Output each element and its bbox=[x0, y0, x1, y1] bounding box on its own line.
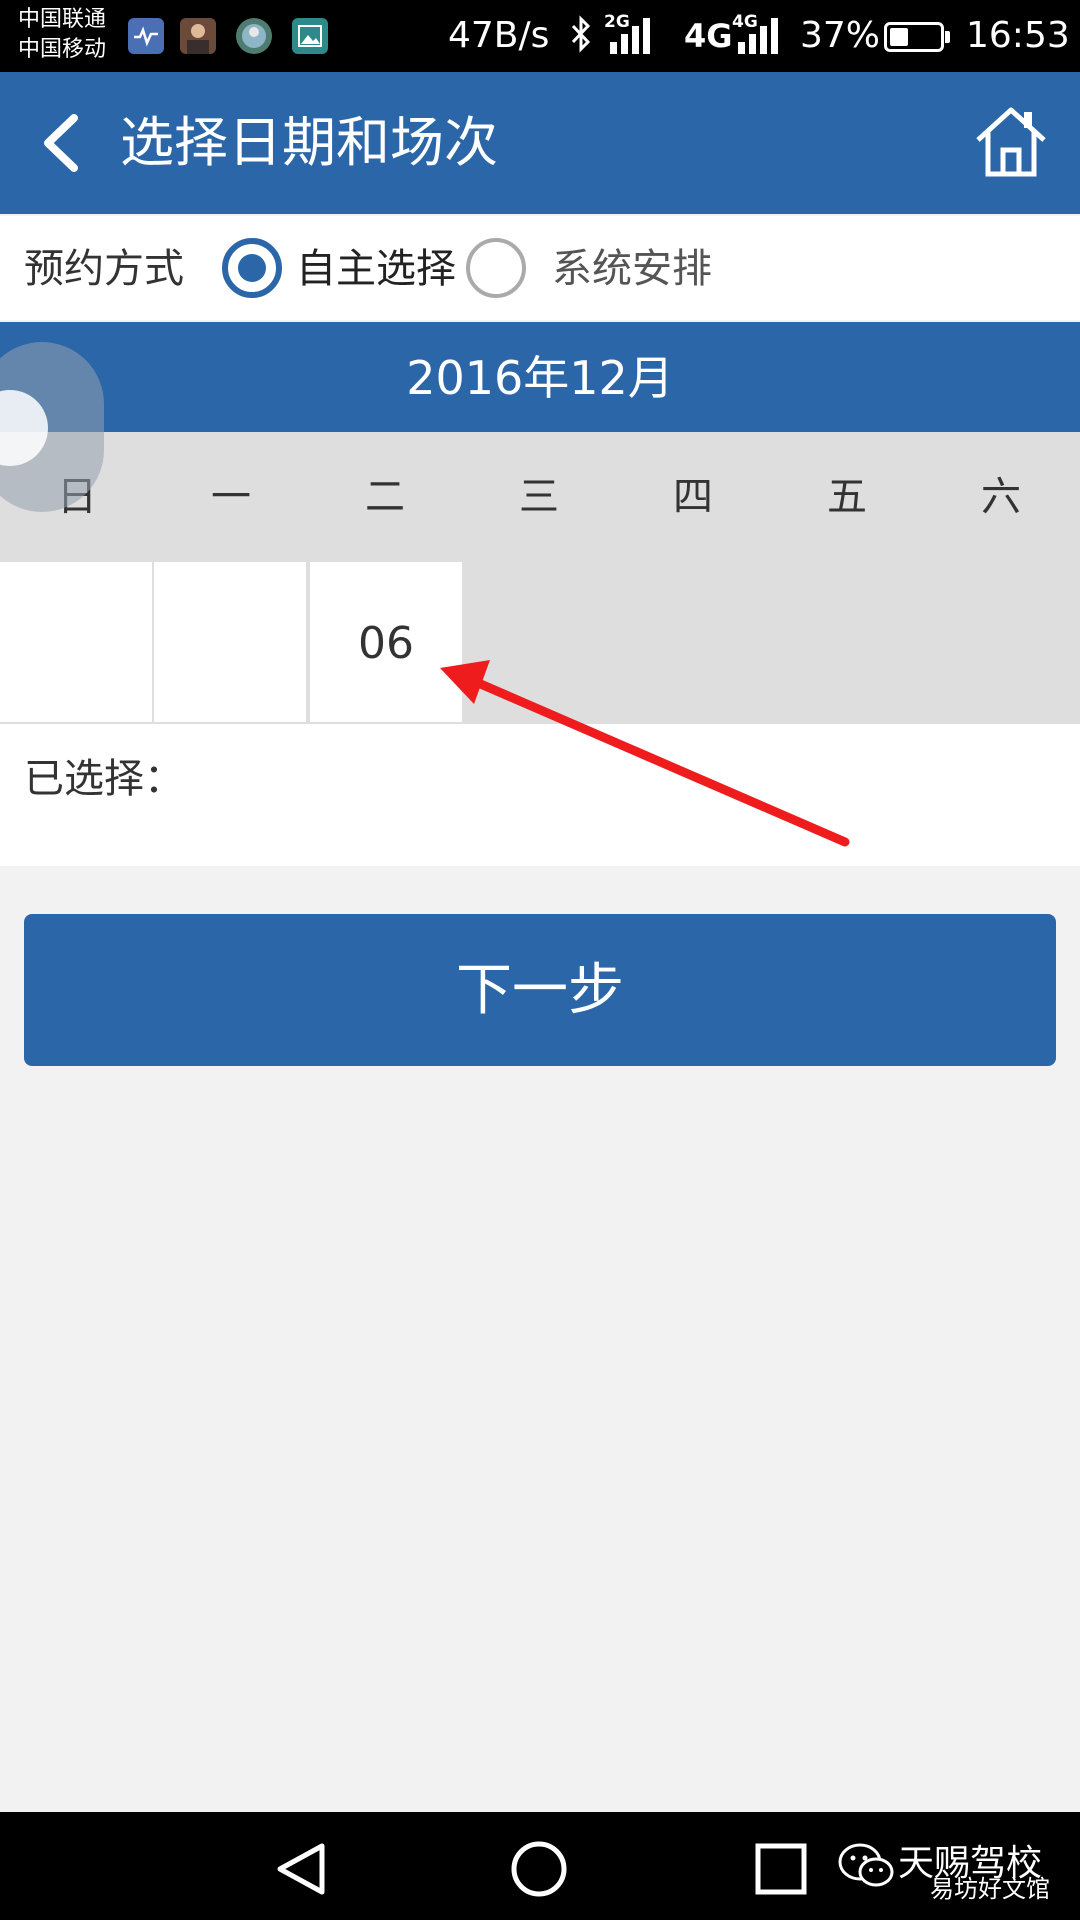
calendar-month-title: 2016年12月 bbox=[406, 351, 674, 405]
page-title: 选择日期和场次 bbox=[120, 111, 498, 174]
selected-label: 已选择： bbox=[24, 756, 184, 802]
status-bar: 中国联通 中国移动 47B/s 2G 4G 4G 37% 16:53 bbox=[0, 0, 1080, 72]
app-header: 选择日期和场次 bbox=[0, 72, 1080, 214]
calendar-day-cell-06[interactable]: 06 bbox=[310, 562, 462, 722]
carrier-2: 中国移动 bbox=[18, 37, 107, 62]
weekday-wed: 三 bbox=[519, 474, 559, 520]
wechat-icon bbox=[836, 1840, 896, 1892]
battery-percent: 37% bbox=[800, 15, 881, 56]
option-system-arrange-label[interactable]: 系统安排 bbox=[552, 244, 712, 294]
weekday-sat: 六 bbox=[981, 474, 1021, 520]
photo-avatar-icon bbox=[180, 18, 216, 54]
watermark-subtitle: 易坊好文馆 bbox=[930, 1875, 1050, 1903]
clock: 16:53 bbox=[966, 15, 1070, 56]
signal-sim1-icon: 2G bbox=[604, 12, 652, 54]
battery-icon bbox=[884, 22, 950, 52]
floating-assistive-button[interactable] bbox=[0, 342, 104, 512]
floating-assistive-inner-icon bbox=[0, 390, 48, 466]
booking-mode-row: 预约方式 自主选择 系统安排 bbox=[0, 216, 1080, 320]
nav-recents-icon[interactable] bbox=[752, 1840, 810, 1898]
weekday-tue: 二 bbox=[365, 474, 405, 520]
carrier-1: 中国联通 bbox=[18, 7, 107, 32]
bluetooth-icon bbox=[568, 14, 594, 54]
chevron-left-icon[interactable] bbox=[34, 108, 94, 178]
calendar-month-header: 2016年12月 bbox=[0, 322, 1080, 432]
next-step-button[interactable]: 下一步 bbox=[24, 914, 1056, 1066]
calendar-day-number: 06 bbox=[358, 618, 414, 669]
gallery-icon bbox=[292, 18, 328, 54]
calendar-day-cell[interactable] bbox=[0, 562, 152, 722]
calendar-weekday-row: 日 一 二 三 四 五 六 bbox=[0, 432, 1080, 562]
radio-self-select[interactable] bbox=[222, 238, 282, 298]
nav-back-icon[interactable] bbox=[272, 1840, 330, 1898]
avatar-icon bbox=[236, 18, 272, 54]
home-icon[interactable] bbox=[972, 102, 1050, 180]
weekday-thu: 四 bbox=[673, 474, 713, 520]
net-speed: 47B/s bbox=[448, 15, 550, 56]
calendar-days-row: 06 bbox=[0, 562, 1080, 724]
nav-home-icon[interactable] bbox=[510, 1840, 568, 1898]
radio-system-arrange[interactable] bbox=[466, 238, 526, 298]
weekday-mon: 一 bbox=[211, 474, 251, 520]
weekday-fri: 五 bbox=[827, 474, 867, 520]
health-app-icon bbox=[128, 18, 164, 54]
system-nav-bar: 天赐驾校 易坊好文馆 bbox=[0, 1812, 1080, 1920]
selected-row: 已选择： bbox=[0, 724, 1080, 866]
option-self-select-label[interactable]: 自主选择 bbox=[296, 244, 456, 294]
next-step-label: 下一步 bbox=[456, 958, 624, 1023]
signal-sim2-icon: 4G bbox=[732, 12, 780, 54]
network-type: 4G bbox=[684, 17, 733, 55]
calendar-day-cell[interactable] bbox=[154, 562, 306, 722]
booking-mode-label: 预约方式 bbox=[24, 246, 184, 292]
